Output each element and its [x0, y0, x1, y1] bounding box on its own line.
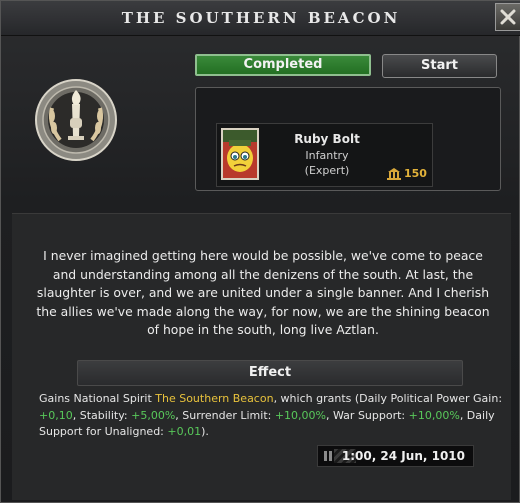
reward-panel: Ruby Bolt Infantry (Expert) 150	[195, 87, 501, 191]
war-support-value: +10,00%	[408, 408, 460, 422]
political-power-value: +0,10	[39, 408, 73, 422]
leader-type: Infantry	[305, 149, 349, 162]
surrender-limit-label: , Surrender Limit:	[175, 408, 275, 422]
cost-value: 150	[404, 167, 427, 180]
effect-suffix: ).	[201, 425, 209, 438]
close-button[interactable]	[495, 3, 520, 31]
effect-text: Gains National Spirit The Southern Beaco…	[39, 391, 509, 441]
start-button[interactable]: Start	[382, 54, 497, 78]
stability-value: +5,00%	[131, 408, 176, 422]
leader-rank: (Expert)	[304, 164, 350, 177]
effect-prefix: Gains National Spirit	[39, 392, 156, 405]
leader-card[interactable]: Ruby Bolt Infantry (Expert) 150	[216, 123, 433, 187]
close-icon	[500, 9, 516, 25]
focus-window: The Southern Beacon Completed Start	[0, 0, 520, 503]
command-power-icon	[387, 168, 401, 180]
description-panel: I never imagined getting here would be p…	[12, 213, 511, 500]
war-support-label: , War Support:	[326, 408, 409, 422]
pause-icon	[324, 451, 332, 461]
focus-description: I never imagined getting here would be p…	[36, 248, 490, 337]
national-spirit-link[interactable]: The Southern Beacon	[155, 392, 273, 405]
effect-header: Effect	[77, 360, 463, 386]
torch-laurel-emblem-icon	[35, 79, 117, 161]
leader-portrait	[221, 128, 259, 180]
window-title: The Southern Beacon	[121, 9, 401, 27]
completed-status-button[interactable]: Completed	[195, 54, 371, 76]
surrender-limit-value: +10,00%	[274, 408, 327, 422]
date-text: 1:00, 24 Jun, 1010	[341, 449, 465, 463]
daily-support-value: +0,01	[167, 425, 202, 438]
effect-grants-label: , which grants (Daily Political Power Ga…	[273, 392, 503, 405]
date-display[interactable]: 1:00, 24 Jun, 1010	[317, 445, 474, 467]
title-bar: The Southern Beacon	[1, 1, 520, 36]
stability-label: , Stability:	[72, 408, 132, 422]
leader-name: Ruby Bolt	[294, 132, 360, 146]
